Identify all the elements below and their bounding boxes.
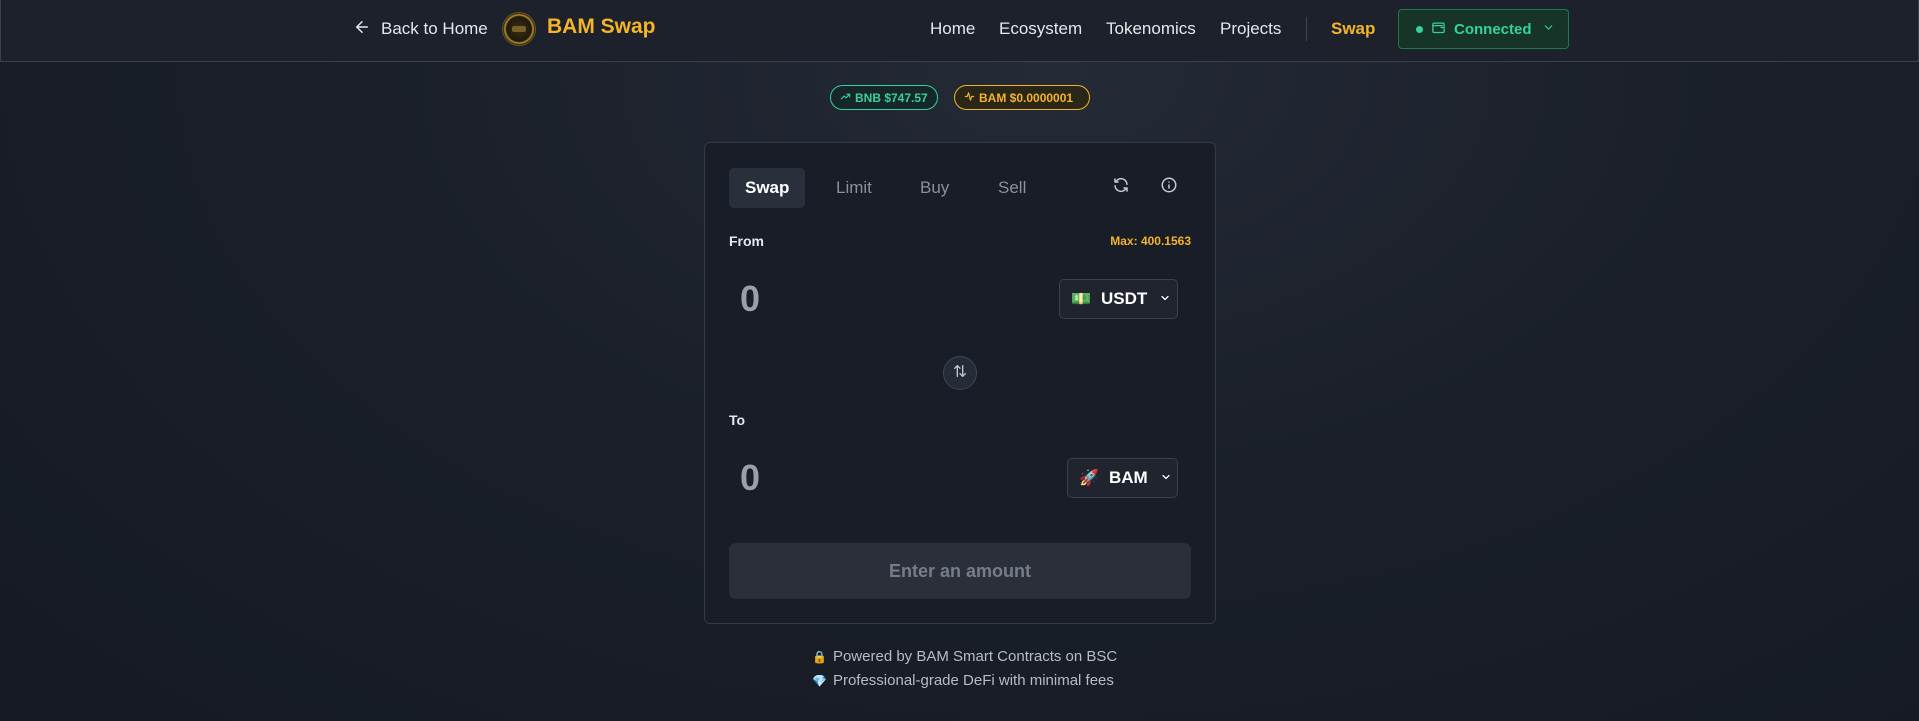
chevron-down-icon [1158, 468, 1172, 488]
status-dot-icon [1416, 25, 1423, 33]
usdt-token-icon: 💵 [1071, 291, 1091, 308]
bnb-price-text: BNB $747.57 [855, 90, 928, 105]
wallet-connected-button[interactable]: Connected [1398, 9, 1569, 49]
nav-item-home[interactable]: Home [930, 19, 975, 39]
back-to-home-link[interactable]: Back to Home [353, 17, 488, 41]
rocket-icon: 🚀 [1079, 470, 1099, 487]
info-icon[interactable] [1160, 176, 1180, 196]
bnb-price-badge: BNB $747.57 [830, 85, 938, 110]
arrows-up-down-icon [952, 363, 968, 384]
footer-powered-text: Powered by BAM Smart Contracts on BSC [832, 648, 1118, 665]
bam-price-text: BAM $0.0000001 [979, 90, 1074, 105]
bam-price-badge: BAM $0.0000001 [954, 85, 1090, 110]
to-label: To [729, 412, 746, 428]
tab-sell[interactable]: Sell [998, 168, 1026, 208]
bam-logo-icon[interactable] [503, 13, 535, 45]
trending-up-icon [840, 91, 851, 105]
nav-item-projects[interactable]: Projects [1220, 19, 1281, 39]
wallet-status-label: Connected [1454, 20, 1532, 38]
arrow-left-icon [353, 18, 371, 41]
from-token-select[interactable]: 💵 USDT [1059, 279, 1178, 319]
activity-icon [964, 91, 975, 105]
top-nav-bar: Back to Home BAM Swap Home Ecosystem Tok… [0, 0, 1919, 62]
back-to-home-label: Back to Home [381, 19, 488, 38]
brand-name[interactable]: BAM Swap [547, 15, 656, 39]
from-token-symbol: USDT [1101, 289, 1148, 308]
chevron-down-icon [1157, 289, 1171, 309]
tab-buy[interactable]: Buy [920, 168, 949, 208]
nav-item-swap[interactable]: Swap [1331, 19, 1375, 39]
footer-tagline: 💎 Professional-grade DeFi with minimal f… [812, 672, 1114, 689]
nav-divider [1306, 17, 1307, 41]
tab-swap[interactable]: Swap [729, 168, 806, 208]
max-balance[interactable]: Max: 400.1563 [1110, 234, 1191, 248]
gem-icon: 💎 [812, 673, 827, 688]
footer-tagline-text: Professional-grade DeFi with minimal fee… [832, 672, 1114, 689]
lock-icon: 🔒 [812, 649, 827, 664]
nav-item-ecosystem[interactable]: Ecosystem [999, 19, 1082, 39]
tab-limit[interactable]: Limit [836, 168, 872, 208]
from-amount-input[interactable] [740, 275, 980, 323]
refresh-icon[interactable] [1112, 176, 1132, 196]
to-token-symbol: BAM [1109, 468, 1148, 487]
to-amount-input[interactable] [740, 454, 980, 502]
nav-item-tokenomics[interactable]: Tokenomics [1106, 19, 1196, 39]
to-token-select[interactable]: 🚀 BAM [1067, 458, 1178, 498]
footer-powered-by: 🔒 Powered by BAM Smart Contracts on BSC [812, 648, 1117, 665]
enter-amount-button[interactable]: Enter an amount [729, 543, 1191, 599]
swap-card: Swap Limit Buy Sell From Max: 400.1563 💵… [704, 142, 1216, 624]
chevron-down-icon [1540, 21, 1555, 38]
wallet-icon [1431, 20, 1446, 39]
from-label: From [729, 233, 764, 249]
switch-tokens-button[interactable] [943, 356, 977, 390]
